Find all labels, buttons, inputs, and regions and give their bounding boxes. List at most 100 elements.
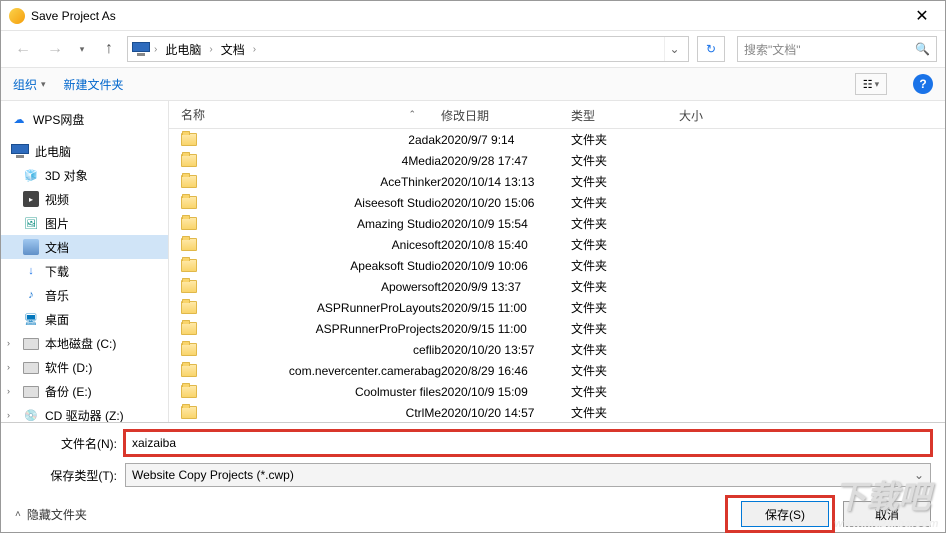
file-date: 2020/10/9 10:06 xyxy=(441,259,571,273)
file-type: 文件夹 xyxy=(571,236,679,253)
table-row[interactable]: Apowersoft2020/9/9 13:37文件夹 xyxy=(169,276,945,297)
file-name: Coolmuster files xyxy=(355,385,441,399)
cancel-button[interactable]: 取消 xyxy=(843,501,931,527)
sidebar-item-pictures[interactable]: 🖼图片 xyxy=(1,211,168,235)
sidebar-item-3dobjects[interactable]: 🧊3D 对象 xyxy=(1,163,168,187)
file-name: ASPRunnerProProjects xyxy=(316,322,441,336)
file-date: 2020/10/9 15:09 xyxy=(441,385,571,399)
table-row[interactable]: AceThinker2020/10/14 13:13文件夹 xyxy=(169,171,945,192)
folder-icon xyxy=(181,301,197,314)
address-bar[interactable]: › 此电脑 › 文档 › ⌄ xyxy=(127,36,689,62)
back-button[interactable]: ← xyxy=(9,36,37,62)
expand-icon[interactable]: › xyxy=(7,410,10,420)
search-placeholder: 搜索"文档" xyxy=(744,41,801,58)
download-icon: ↓ xyxy=(23,263,39,279)
search-input[interactable]: 搜索"文档" 🔍 xyxy=(737,36,937,62)
column-name[interactable]: 名称⌃ xyxy=(169,101,429,128)
column-headers: 名称⌃ 修改日期 类型 大小 xyxy=(169,101,945,129)
close-icon[interactable]: ✕ xyxy=(899,1,945,31)
sidebar-item-thispc[interactable]: 此电脑 xyxy=(1,139,168,163)
sidebar-item-drive-c[interactable]: ›本地磁盘 (C:) xyxy=(1,331,168,355)
table-row[interactable]: CtrlMe2020/10/20 14:57文件夹 xyxy=(169,402,945,422)
folder-icon xyxy=(181,343,197,356)
chevron-down-icon: ⌄ xyxy=(914,468,924,482)
file-type: 文件夹 xyxy=(571,320,679,337)
drive-icon xyxy=(23,338,39,350)
sidebar-item-downloads[interactable]: ↓下载 xyxy=(1,259,168,283)
file-type: 文件夹 xyxy=(571,341,679,358)
table-row[interactable]: Apeaksoft Studio2020/10/9 10:06文件夹 xyxy=(169,255,945,276)
hide-folders-toggle[interactable]: ˄ 隐藏文件夹 xyxy=(15,506,87,523)
forward-button[interactable]: → xyxy=(41,36,69,62)
file-date: 2020/10/20 13:57 xyxy=(441,343,571,357)
search-icon: 🔍 xyxy=(915,42,930,56)
expand-icon[interactable]: › xyxy=(7,338,10,348)
table-row[interactable]: com.nevercenter.camerabag2020/8/29 16:46… xyxy=(169,360,945,381)
expand-icon[interactable]: › xyxy=(7,386,10,396)
file-type: 文件夹 xyxy=(571,152,679,169)
filetype-select[interactable]: Website Copy Projects (*.cwp) ⌄ xyxy=(125,463,931,487)
sort-caret-icon: ⌃ xyxy=(408,109,416,120)
sidebar-item-documents[interactable]: 文档 xyxy=(1,235,168,259)
up-button[interactable]: ↑ xyxy=(95,36,123,62)
filename-input[interactable] xyxy=(125,431,931,455)
table-row[interactable]: ASPRunnerProProjects2020/9/15 11:00文件夹 xyxy=(169,318,945,339)
table-row[interactable]: Anicesoft2020/10/8 15:40文件夹 xyxy=(169,234,945,255)
new-folder-button[interactable]: 新建文件夹 xyxy=(64,76,124,93)
video-icon xyxy=(23,191,39,207)
column-date[interactable]: 修改日期 xyxy=(429,101,559,128)
app-icon xyxy=(9,8,25,24)
table-row[interactable]: ceflib2020/10/20 13:57文件夹 xyxy=(169,339,945,360)
sidebar-item-drive-e[interactable]: ›备份 (E:) xyxy=(1,379,168,403)
address-dropdown-icon[interactable]: ⌄ xyxy=(664,37,684,61)
history-dropdown[interactable]: ▾ xyxy=(73,36,91,62)
table-row[interactable]: Aiseesoft Studio2020/10/20 15:06文件夹 xyxy=(169,192,945,213)
file-type: 文件夹 xyxy=(571,404,679,421)
folder-icon xyxy=(181,385,197,398)
folder-icon xyxy=(181,322,197,335)
organize-menu[interactable]: 组织 ▾ xyxy=(13,76,46,93)
sidebar-item-cdrom[interactable]: ›💿CD 驱动器 (Z:) xyxy=(1,403,168,422)
pc-icon xyxy=(132,42,150,56)
table-row[interactable]: 4Media2020/9/28 17:47文件夹 xyxy=(169,150,945,171)
folder-icon xyxy=(181,133,197,146)
file-name: 2adak xyxy=(408,133,441,147)
file-type: 文件夹 xyxy=(571,257,679,274)
save-button[interactable]: 保存(S) xyxy=(741,501,829,527)
file-name: 4Media xyxy=(402,154,441,168)
chevron-right-icon: › xyxy=(253,44,256,55)
sidebar-item-music[interactable]: ♪音乐 xyxy=(1,283,168,307)
sidebar-item-drive-d[interactable]: ›软件 (D:) xyxy=(1,355,168,379)
refresh-button[interactable]: ↻ xyxy=(697,36,725,62)
folder-icon xyxy=(181,154,197,167)
column-size[interactable]: 大小 xyxy=(667,101,747,128)
sidebar-item-wps[interactable]: ☁WPS网盘 xyxy=(1,107,168,131)
sidebar-item-desktop[interactable]: 🖥桌面 xyxy=(1,307,168,331)
file-name: Apeaksoft Studio xyxy=(350,259,441,273)
table-row[interactable]: 2adak2020/9/7 9:14文件夹 xyxy=(169,129,945,150)
music-icon: ♪ xyxy=(23,287,39,303)
table-row[interactable]: Coolmuster files2020/10/9 15:09文件夹 xyxy=(169,381,945,402)
table-row[interactable]: ASPRunnerProLayouts2020/9/15 11:00文件夹 xyxy=(169,297,945,318)
window-title: Save Project As xyxy=(31,9,899,23)
file-type: 文件夹 xyxy=(571,299,679,316)
file-name: Aiseesoft Studio xyxy=(354,196,441,210)
help-icon[interactable]: ? xyxy=(913,74,933,94)
folder-icon xyxy=(181,259,197,272)
file-date: 2020/9/28 17:47 xyxy=(441,154,571,168)
breadcrumb-root[interactable]: 此电脑 xyxy=(161,39,205,60)
file-date: 2020/10/20 15:06 xyxy=(441,196,571,210)
view-options-button[interactable]: ☷ ▾ xyxy=(855,73,887,95)
sidebar-item-videos[interactable]: 视频 xyxy=(1,187,168,211)
expand-icon[interactable]: › xyxy=(7,362,10,372)
breadcrumb-current[interactable]: 文档 xyxy=(217,39,249,60)
column-type[interactable]: 类型 xyxy=(559,101,667,128)
file-date: 2020/9/7 9:14 xyxy=(441,133,571,147)
file-type: 文件夹 xyxy=(571,194,679,211)
file-date: 2020/10/8 15:40 xyxy=(441,238,571,252)
file-type: 文件夹 xyxy=(571,362,679,379)
filetype-label: 保存类型(T): xyxy=(15,467,125,484)
table-row[interactable]: Amazing Studio2020/10/9 15:54文件夹 xyxy=(169,213,945,234)
file-name: ceflib xyxy=(413,343,441,357)
file-name: ASPRunnerProLayouts xyxy=(317,301,441,315)
